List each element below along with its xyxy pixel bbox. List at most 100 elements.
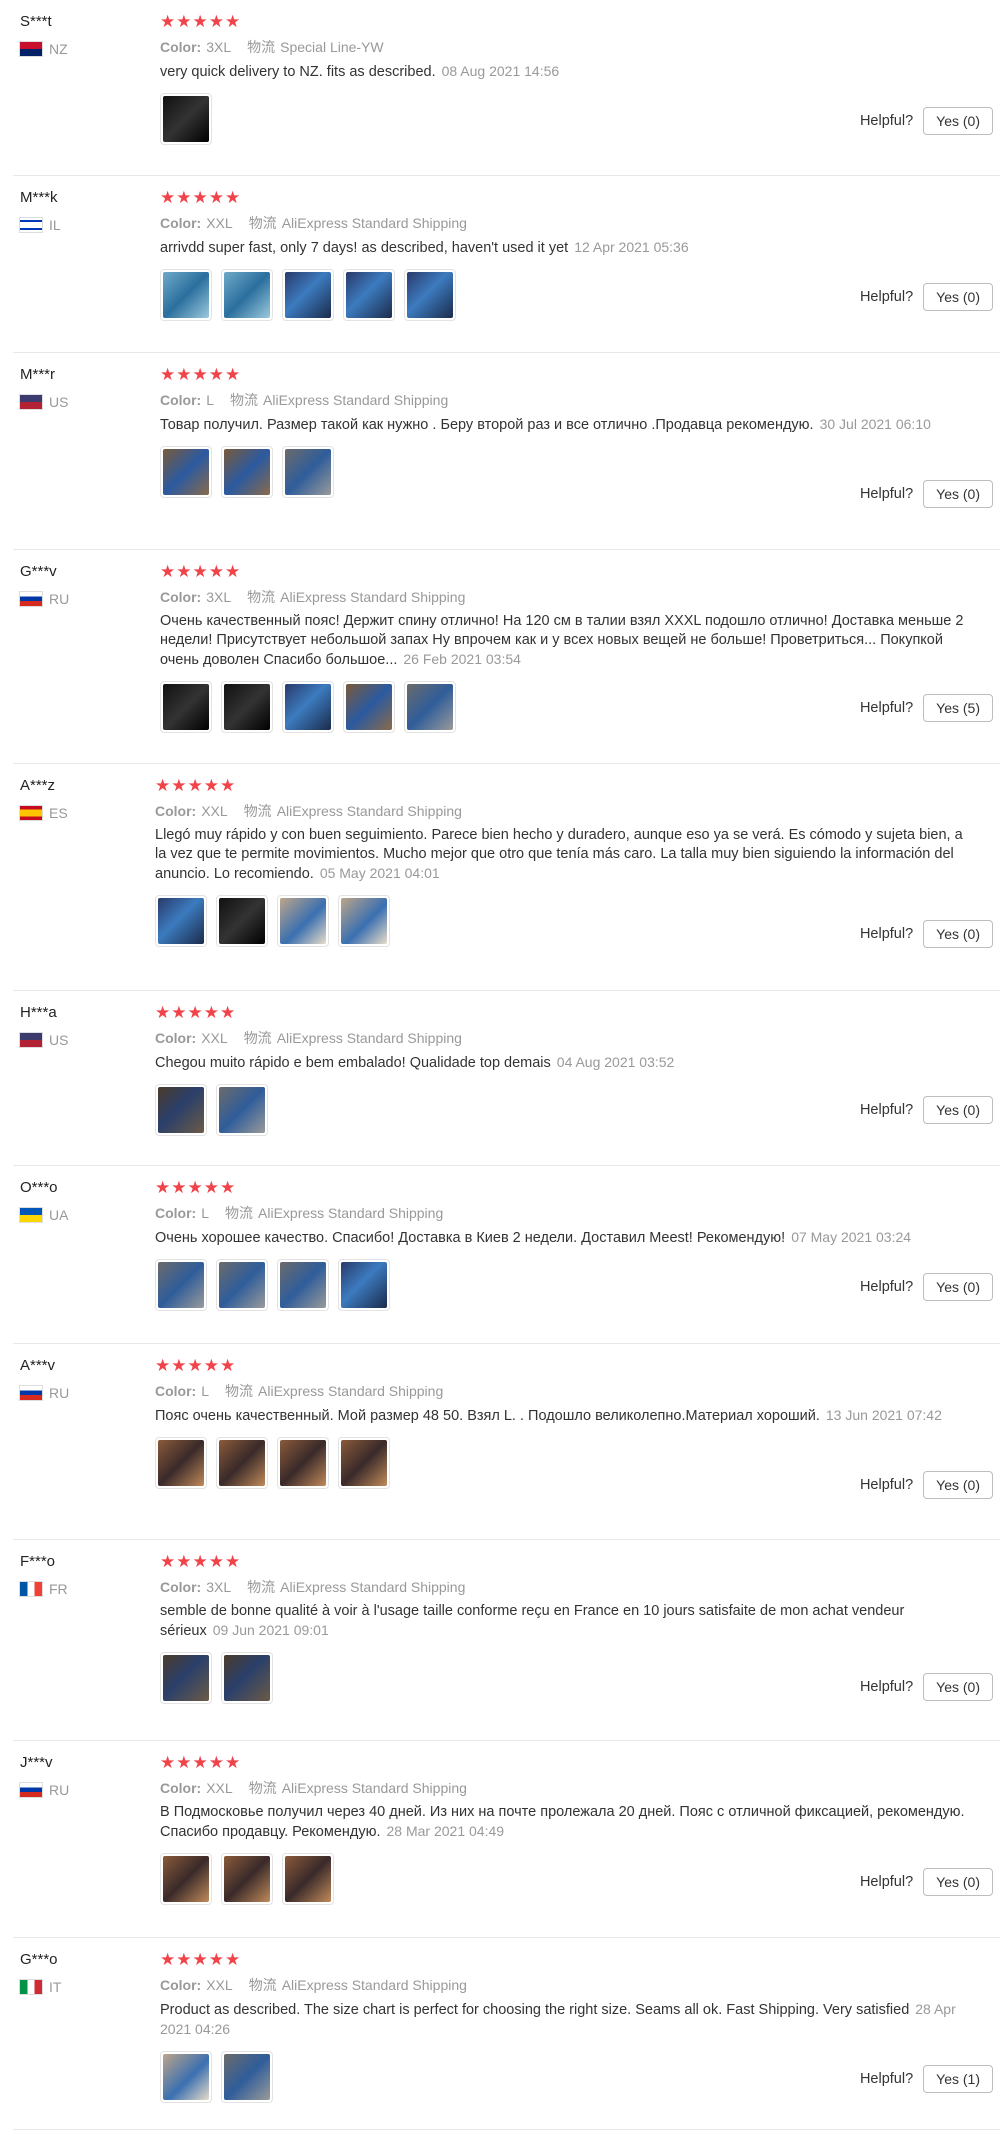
country-code: IL — [49, 217, 61, 233]
review-photo-thumbnail[interactable] — [155, 895, 207, 947]
color-label: Color: — [155, 1205, 197, 1221]
shipping-value: AliExpress Standard Shipping — [280, 589, 466, 605]
review-photo-thumbnail[interactable] — [338, 895, 390, 947]
color-value: L — [206, 392, 215, 408]
color-value: L — [201, 1205, 210, 1221]
review-photo-thumbnail[interactable] — [160, 269, 212, 321]
review-date: 13 Jun 2021 07:42 — [825, 1407, 942, 1423]
reviewer-name: J***v — [20, 1754, 53, 1771]
shipping-value: AliExpress Standard Shipping — [276, 1030, 462, 1046]
review-photo-thumbnail[interactable] — [160, 1853, 212, 1905]
helpful-yes-button[interactable]: Yes (5) — [923, 694, 993, 722]
helpful-yes-button[interactable]: Yes (0) — [923, 920, 993, 948]
review-photo-thumbnail[interactable] — [160, 681, 212, 733]
country-flag-icon — [20, 1582, 42, 1596]
reviewer-name: M***k — [20, 189, 58, 206]
review-meta: Color: XXL 物流 AliExpress Standard Shipping — [160, 1779, 1000, 1797]
country-code: RU — [49, 1782, 70, 1798]
helpful-label: Helpful? — [859, 2071, 914, 2087]
helpful-yes-button[interactable]: Yes (0) — [923, 107, 993, 135]
review-photo-image — [163, 684, 209, 730]
review-photo-image — [163, 449, 209, 495]
reviewer-info: A***z ES — [20, 776, 150, 821]
review-photo-thumbnail[interactable] — [155, 1084, 207, 1136]
review-photo-thumbnail[interactable] — [221, 1652, 273, 1704]
reviewer-name: S***t — [20, 13, 52, 30]
helpful-yes-button[interactable]: Yes (0) — [923, 1471, 993, 1499]
helpful-section: Helpful? Yes (0) — [860, 1273, 993, 1301]
shipping-label: 物流 — [225, 1383, 254, 1399]
review-photo-thumbnail[interactable] — [338, 1437, 390, 1489]
review-photo-image — [163, 272, 209, 318]
rating-stars: ★★★★★ — [155, 1178, 237, 1197]
review-photo-thumbnail[interactable] — [282, 1853, 334, 1905]
review-date: 08 Aug 2021 14:56 — [441, 63, 560, 79]
reviewer-info: S***t NZ — [20, 12, 150, 57]
review-meta: Color: XXL 物流 AliExpress Standard Shipping — [155, 1029, 1000, 1047]
review-item: O***o UA ★★★★★ Color: L 物流 AliExpress Standard… — [13, 1166, 1000, 1344]
review-photo-image — [285, 272, 331, 318]
review-photo-thumbnail[interactable] — [282, 446, 334, 498]
review-photo-thumbnail[interactable] — [282, 269, 334, 321]
country-code: NZ — [49, 41, 68, 57]
helpful-label: Helpful? — [859, 486, 914, 502]
review-photo-thumbnail[interactable] — [277, 1259, 329, 1311]
review-photo-thumbnail[interactable] — [160, 1652, 212, 1704]
review-photo-thumbnail[interactable] — [216, 1084, 268, 1136]
review-photo-thumbnail[interactable] — [221, 681, 273, 733]
helpful-yes-button[interactable]: Yes (0) — [923, 1273, 993, 1301]
review-meta: Color: L 物流 AliExpress Standard Shipping — [155, 1204, 1000, 1222]
shipping-label: 物流 — [248, 215, 277, 231]
review-photo-thumbnail[interactable] — [160, 2051, 212, 2103]
helpful-yes-button[interactable]: Yes (0) — [923, 480, 993, 508]
review-photo-thumbnail[interactable] — [343, 681, 395, 733]
review-photo-thumbnail[interactable] — [277, 895, 329, 947]
review-photo-thumbnail[interactable] — [155, 1259, 207, 1311]
helpful-section: Helpful? Yes (0) — [860, 920, 993, 948]
helpful-section: Helpful? Yes (0) — [860, 1673, 993, 1701]
helpful-yes-button[interactable]: Yes (0) — [923, 1868, 993, 1896]
reviewer-info: G***o IT — [20, 1950, 150, 1995]
review-photo-thumbnail[interactable] — [216, 1259, 268, 1311]
review-photo-thumbnail[interactable] — [221, 269, 273, 321]
helpful-yes-button[interactable]: Yes (0) — [923, 283, 993, 311]
review-meta: Color: XXL 物流 AliExpress Standard Shipping — [155, 802, 1000, 820]
helpful-yes-button[interactable]: Yes (0) — [923, 1096, 993, 1124]
review-photo-thumbnail[interactable] — [221, 2051, 273, 2103]
country-code: RU — [49, 1385, 70, 1401]
review-photo-thumbnail[interactable] — [216, 895, 268, 947]
review-photo-thumbnail[interactable] — [155, 1437, 207, 1489]
review-photo-image — [280, 898, 326, 944]
helpful-yes-button[interactable]: Yes (1) — [923, 2065, 993, 2093]
review-text: semble de bonne qualité à voir à l'usage… — [160, 1602, 970, 1641]
color-label: Color: — [160, 1780, 202, 1796]
review-body: Product as described. The size chart is … — [160, 2002, 910, 2018]
review-photo-thumbnail[interactable] — [282, 681, 334, 733]
review-item: M***k IL ★★★★★ Color: XXL 物流 AliExpress Standa… — [13, 176, 1000, 353]
review-photo-thumbnail[interactable] — [404, 269, 456, 321]
helpful-section: Helpful? Yes (5) — [860, 694, 993, 722]
shipping-label: 物流 — [248, 1977, 277, 1993]
shipping-label: 物流 — [243, 803, 272, 819]
color-value: L — [201, 1383, 210, 1399]
review-photo-thumbnail[interactable] — [221, 446, 273, 498]
review-photo-thumbnail[interactable] — [221, 1853, 273, 1905]
country-code: FR — [49, 1581, 68, 1597]
review-date: 05 May 2021 04:01 — [319, 865, 440, 881]
review-content: ★★★★★ Color: L 物流 AliExpress Standard Shippi… — [155, 1356, 1000, 1489]
helpful-label: Helpful? — [859, 1874, 914, 1890]
country-code: ES — [49, 805, 68, 821]
review-photo-thumbnail[interactable] — [338, 1259, 390, 1311]
review-photo-thumbnail[interactable] — [277, 1437, 329, 1489]
helpful-label: Helpful? — [859, 1477, 914, 1493]
review-photo-image — [224, 449, 270, 495]
review-photo-image — [163, 1655, 209, 1701]
review-photo-thumbnail[interactable] — [404, 681, 456, 733]
review-date: 04 Aug 2021 03:52 — [556, 1054, 675, 1070]
review-photo-thumbnail[interactable] — [160, 93, 212, 145]
helpful-yes-button[interactable]: Yes (0) — [923, 1673, 993, 1701]
review-photo-thumbnail[interactable] — [343, 269, 395, 321]
review-item: S***t NZ ★★★★★ Color: 3XL 物流 Special Line-YW ve… — [13, 0, 1000, 176]
review-photo-thumbnail[interactable] — [216, 1437, 268, 1489]
review-photo-thumbnail[interactable] — [160, 446, 212, 498]
